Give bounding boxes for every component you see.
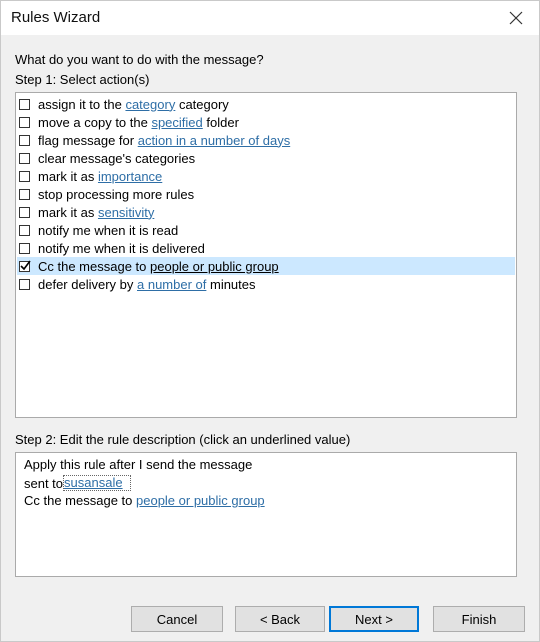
action-checkbox[interactable] (19, 242, 30, 254)
action-text: stop processing more rules (38, 186, 195, 202)
action-value-link[interactable]: people or public group (150, 259, 279, 274)
title-bar: Rules Wizard (1, 1, 539, 35)
action-text: clear message's categories (38, 150, 196, 166)
close-icon (509, 11, 523, 25)
action-list[interactable]: assign it to the category category move a… (15, 92, 517, 418)
action-text: mark it as (38, 204, 98, 220)
action-text: category (175, 96, 229, 112)
action-checkbox[interactable] (19, 224, 30, 236)
people-or-public-group-link[interactable]: people or public group (136, 493, 265, 508)
question-label: What do you want to do with the message? (15, 52, 264, 67)
action-checkbox[interactable] (19, 152, 30, 164)
close-button[interactable] (493, 1, 539, 35)
action-checkbox[interactable] (19, 206, 30, 218)
action-item[interactable]: notify me when it is delivered (17, 239, 515, 257)
action-value-link[interactable]: sensitivity (98, 205, 154, 220)
action-text: notify me when it is read (38, 222, 179, 238)
next-button[interactable]: Next > (329, 606, 419, 632)
action-item[interactable]: notify me when it is read (17, 221, 515, 239)
action-checkbox[interactable] (19, 116, 30, 128)
action-checkbox[interactable] (19, 260, 31, 272)
action-checkbox[interactable] (19, 98, 30, 110)
action-item[interactable]: flag message for action in a number of d… (17, 131, 515, 149)
action-text: minutes (206, 276, 256, 292)
action-item[interactable]: clear message's categories (17, 149, 515, 167)
action-text: flag message for (38, 132, 138, 148)
step2-label: Step 2: Edit the rule description (click… (15, 432, 351, 447)
step1-label: Step 1: Select action(s) (15, 72, 150, 87)
description-line-sent-to: sent tosusansale (24, 475, 132, 491)
action-text: folder (202, 114, 239, 130)
cc-label: Cc the message to (24, 493, 136, 508)
rules-wizard-dialog: Rules Wizard What do you want to do with… (0, 0, 540, 642)
action-checkbox[interactable] (19, 170, 30, 182)
action-item[interactable]: stop processing more rules (17, 185, 515, 203)
finish-button[interactable]: Finish (433, 606, 525, 632)
action-item[interactable]: mark it as importance (17, 167, 515, 185)
action-value-link[interactable]: category (125, 97, 175, 112)
action-item[interactable]: mark it as sensitivity (17, 203, 515, 221)
action-checkbox[interactable] (19, 188, 30, 200)
action-checkbox[interactable] (19, 134, 30, 146)
cancel-button[interactable]: Cancel (131, 606, 223, 632)
description-line-cc: Cc the message to people or public group (24, 493, 265, 508)
action-value-link[interactable]: importance (98, 169, 162, 184)
action-text: defer delivery by (38, 276, 137, 292)
action-value-link[interactable]: a number of (137, 277, 206, 292)
action-value-link[interactable]: action in a number of days (138, 133, 290, 148)
action-item[interactable]: move a copy to the specified folder (17, 113, 515, 131)
action-item[interactable]: defer delivery by a number of minutes (17, 275, 515, 293)
action-item[interactable]: assign it to the category category (17, 95, 515, 113)
action-text: notify me when it is delivered (38, 240, 205, 256)
action-text: assign it to the (38, 96, 126, 112)
action-text: move a copy to the (38, 114, 152, 130)
action-item[interactable]: Cc the message to people or public group (17, 257, 515, 275)
window-title: Rules Wizard (11, 9, 101, 26)
sent-to-label: sent to (24, 476, 64, 491)
rule-description-box: Apply this rule after I send the message… (15, 452, 517, 577)
action-checkbox[interactable] (19, 278, 30, 290)
back-button[interactable]: < Back (235, 606, 325, 632)
sender-address-link[interactable]: susansale (63, 475, 132, 491)
action-text: Cc the message to (38, 258, 150, 274)
action-value-link[interactable]: specified (151, 115, 202, 130)
checkmark-icon (20, 260, 31, 270)
description-line-apply: Apply this rule after I send the message (24, 457, 253, 472)
action-text: mark it as (38, 168, 98, 184)
